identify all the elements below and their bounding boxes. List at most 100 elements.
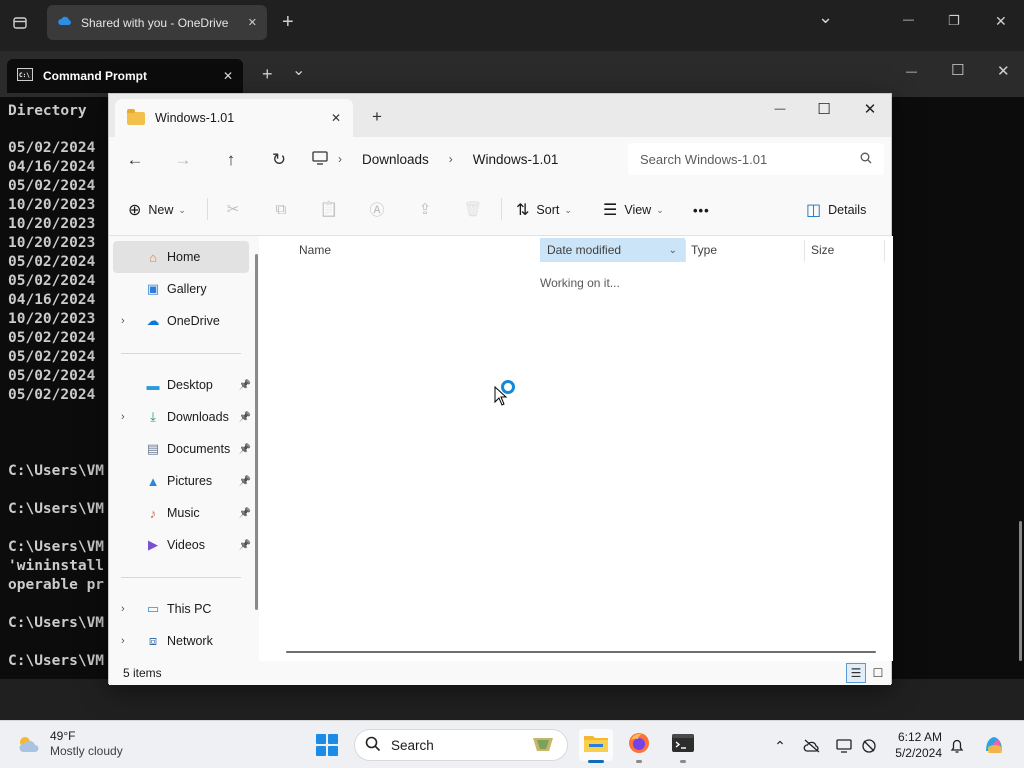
new-tab-icon[interactable]: + — [282, 12, 294, 32]
terminal-scrollbar[interactable] — [1019, 521, 1022, 661]
minimize-icon[interactable]: — — [906, 67, 917, 78]
details-pane-button[interactable]: ◫ Details — [806, 197, 866, 223]
sidebar-item-downloads[interactable]: › ⤓ Downloads 📌 — [113, 401, 251, 433]
chevron-down-icon: ⌄ — [668, 244, 677, 256]
restore-icon[interactable]: ❐ — [948, 14, 960, 27]
windows-logo-icon — [316, 734, 326, 744]
taskbar-search[interactable]: Search — [354, 729, 568, 761]
delete-button[interactable]: 🗑 — [461, 198, 485, 220]
onedrive-icon: ☁ — [146, 313, 160, 328]
column-divider[interactable] — [884, 240, 885, 262]
sidebar-item-documents[interactable]: ▤ Documents 📌 — [113, 433, 251, 465]
minimize-icon[interactable]: — — [903, 15, 914, 26]
display-icon[interactable] — [835, 737, 853, 755]
sidebar-item-pictures[interactable]: ▲ Pictures 📌 — [113, 465, 251, 497]
nav-pane-scrollbar[interactable] — [255, 254, 258, 610]
new-tab-icon[interactable]: + — [372, 108, 382, 125]
close-button[interactable]: ✕ — [847, 94, 893, 124]
search-icon — [365, 736, 381, 755]
horizontal-scrollbar[interactable] — [286, 651, 876, 653]
search-input[interactable]: Search Windows-1.01 — [628, 143, 884, 175]
new-button-label: New — [148, 203, 174, 217]
view-button[interactable]: ☰ View ⌄ — [603, 197, 664, 223]
rename-button[interactable]: Ⓐ — [365, 198, 389, 220]
up-button[interactable]: ↑ — [216, 146, 246, 174]
chevron-down-icon[interactable]: ⌄ — [818, 8, 833, 26]
terminal-line: 05/02/2024 — [8, 368, 96, 384]
sidebar-item-label: Videos — [167, 538, 205, 552]
plus-circle-icon: ⊕ — [128, 202, 142, 219]
tiles-view-icon: ☐ — [872, 666, 884, 680]
explorer-tab-windows-101[interactable]: Windows-1.01 ✕ — [115, 99, 353, 137]
sidebar-item-onedrive[interactable]: › ☁ OneDrive — [113, 305, 249, 337]
chevron-right-icon[interactable]: › — [121, 603, 125, 615]
sidebar-item-videos[interactable]: ▶ Videos 📌 — [113, 529, 251, 561]
tab-actions-icon[interactable] — [12, 15, 28, 33]
maximize-icon[interactable]: ☐ — [951, 63, 964, 78]
taskbar-firefox[interactable] — [622, 729, 656, 763]
sidebar-item-label: Downloads — [167, 410, 229, 424]
sidebar-item-label: Home — [167, 250, 201, 264]
browser-tab-onedrive[interactable]: Shared with you - OneDrive ✕ — [47, 5, 267, 40]
back-button[interactable]: ← — [120, 146, 150, 174]
terminal-line: 10/20/2023 — [8, 311, 96, 327]
sidebar-item-gallery[interactable]: ▣ Gallery — [113, 273, 249, 305]
start-button[interactable] — [316, 734, 338, 756]
network-status-icon[interactable] — [860, 737, 878, 755]
chevron-right-icon[interactable]: › — [121, 635, 125, 647]
chevron-right-icon[interactable]: › — [121, 411, 125, 423]
terminal-tab-command-prompt[interactable]: C:\ Command Prompt ✕ — [7, 59, 243, 93]
system-clock[interactable]: 6:12 AM 5/2/2024 — [886, 729, 942, 761]
sidebar-item-music[interactable]: ♪ Music 📌 — [113, 497, 251, 529]
sidebar-item-this-pc[interactable]: › ▭ This PC — [113, 593, 249, 625]
paste-button[interactable]: 📋 — [317, 198, 341, 220]
bell-icon[interactable] — [948, 737, 966, 755]
close-icon[interactable]: ✕ — [223, 69, 233, 83]
terminal-close-icon[interactable]: ✕ — [997, 64, 1010, 79]
sidebar-item-home[interactable]: ⌂ Home — [113, 241, 249, 273]
minimize-button[interactable]: — — [757, 94, 803, 124]
maximize-button[interactable]: ☐ — [801, 94, 847, 124]
browser-close-icon[interactable]: ✕ — [995, 14, 1007, 28]
nav-divider — [121, 353, 241, 354]
breadcrumb-windows-101[interactable]: Windows-1.01 — [473, 152, 559, 167]
tiles-view-button[interactable]: ☐ — [868, 663, 888, 683]
close-icon[interactable]: ✕ — [248, 16, 257, 29]
column-header-date-modified[interactable]: Date modified ⌄ — [540, 238, 685, 262]
breadcrumb-downloads[interactable]: Downloads — [362, 152, 429, 167]
sidebar-item-network[interactable]: › ⧈ Network — [113, 625, 249, 657]
taskbar-file-explorer[interactable] — [579, 729, 613, 763]
new-tab-icon[interactable]: + — [262, 65, 273, 83]
new-button[interactable]: ⊕ New ⌄ — [128, 197, 186, 223]
column-header-type[interactable]: Type — [684, 238, 804, 262]
close-icon[interactable]: ✕ — [331, 111, 341, 125]
taskbar-terminal[interactable] — [666, 729, 700, 763]
column-header-name[interactable]: Name — [292, 238, 532, 262]
onedrive-icon — [57, 15, 73, 30]
refresh-icon: ↻ — [271, 150, 287, 169]
see-more-button[interactable]: ••• — [693, 197, 710, 223]
dropdown-icon[interactable]: ⌄ — [292, 63, 305, 79]
chevron-down-icon: ⌄ — [656, 204, 664, 215]
chevron-right-icon[interactable]: › — [121, 315, 125, 327]
refresh-button[interactable]: ↻ — [264, 146, 294, 174]
address-bar[interactable]: › Downloads › Windows-1.01 — [312, 143, 622, 175]
sort-button[interactable]: ⇅ Sort ⌄ — [516, 197, 572, 223]
scissors-icon: ✂ — [226, 201, 240, 218]
copy-button[interactable]: ⧉ — [269, 198, 293, 220]
chevron-up-icon[interactable]: ⌃ — [771, 737, 789, 755]
breadcrumb-separator-icon: › — [338, 152, 342, 166]
terminal-line: 05/02/2024 — [8, 254, 96, 270]
weather-widget[interactable]: 49°F Mostly cloudy — [16, 729, 123, 759]
copilot-icon[interactable] — [982, 733, 1006, 757]
details-view-button[interactable]: ☰ — [846, 663, 866, 683]
column-header-size[interactable]: Size — [804, 238, 884, 262]
sidebar-item-label: OneDrive — [167, 314, 220, 328]
taskbar: 49°F Mostly cloudy Search ⌃ 6:12 AM 5/2/… — [0, 720, 1024, 768]
cut-button[interactable]: ✂ — [221, 198, 245, 220]
onedrive-offline-icon[interactable] — [803, 737, 821, 755]
share-button[interactable]: ⇪ — [413, 198, 437, 220]
forward-button[interactable]: → — [168, 146, 198, 174]
sidebar-item-desktop[interactable]: ▬ Desktop 📌 — [113, 369, 252, 401]
terminal-line: C:\Users\VM — [8, 463, 105, 479]
